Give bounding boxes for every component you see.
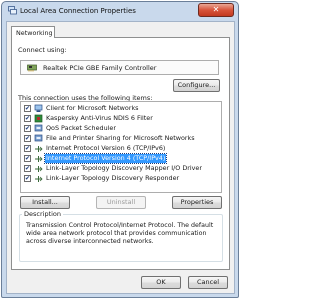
item-label: Link-Layer Topology Discovery Mapper I/O… <box>46 164 202 172</box>
list-item-selected[interactable]: ✔ Internet Protocol Version 4 (TCP/IPv4) <box>21 153 221 164</box>
window-title: Local Area Connection Properties <box>20 7 136 15</box>
protocol-icon <box>34 144 43 153</box>
description-group: Description Transmission Control Protoco… <box>19 210 223 262</box>
item-checkbox[interactable]: ✔ <box>24 145 31 152</box>
list-item[interactable]: ✔ File and Printer Sharing for Microsoft… <box>21 134 221 143</box>
description-text: Transmission Control Protocol/Internet P… <box>26 222 214 245</box>
protocol-icon <box>34 154 43 163</box>
dialog-body: Networking Connect using: Realtek PCIe G… <box>6 21 235 294</box>
item-checkbox[interactable]: ✔ <box>24 125 31 132</box>
networking-panel: Connect using: Realtek PCIe GBE Family C… <box>11 37 230 270</box>
cancel-button[interactable]: Cancel <box>188 276 228 289</box>
adapter-field: Realtek PCIe GBE Family Controller <box>20 60 219 75</box>
list-item[interactable]: ✔ Client for Microsoft Networks <box>21 104 221 113</box>
list-item[interactable]: ✔ QoS Packet Scheduler <box>21 124 221 133</box>
properties-button[interactable]: Properties <box>172 196 222 209</box>
uninstall-button[interactable]: Uninstall <box>96 196 146 209</box>
protocol-icon <box>34 164 43 173</box>
protocol-icon <box>34 174 43 183</box>
item-label: Client for Microsoft Networks <box>46 104 139 112</box>
network-adapter-icon <box>27 64 37 72</box>
item-label: Link-Layer Topology Discovery Responder <box>46 174 180 182</box>
item-checkbox[interactable]: ✔ <box>24 135 31 142</box>
network-connection-icon <box>8 6 17 15</box>
client-icon <box>34 104 43 113</box>
items-list[interactable]: ✔ Client for Microsoft Networks ✔ Kasper… <box>20 101 222 193</box>
item-label: QoS Packet Scheduler <box>46 124 116 132</box>
list-item[interactable]: ✔ Kaspersky Anti-Virus NDIS 6 Filter <box>21 114 221 123</box>
connect-using-label: Connect using: <box>18 46 67 54</box>
tab-networking[interactable]: Networking <box>11 26 55 38</box>
item-label: Internet Protocol Version 6 (TCP/IPv6) <box>46 144 166 152</box>
description-label: Description <box>22 210 64 218</box>
item-label: File and Printer Sharing for Microsoft N… <box>46 134 195 142</box>
properties-dialog: Local Area Connection Properties ✕ Netwo… <box>1 1 239 298</box>
item-checkbox[interactable]: ✔ <box>24 155 31 162</box>
ok-button[interactable]: OK <box>141 276 181 289</box>
kaspersky-icon <box>34 114 43 123</box>
close-icon: ✕ <box>212 5 220 14</box>
item-checkbox[interactable]: ✔ <box>24 175 31 182</box>
title-bar[interactable]: Local Area Connection Properties ✕ <box>2 2 238 21</box>
service-icon <box>34 134 43 143</box>
list-item[interactable]: ✔ Link-Layer Topology Discovery Responde… <box>21 174 221 183</box>
item-checkbox[interactable]: ✔ <box>24 105 31 112</box>
list-item[interactable]: ✔ Internet Protocol Version 6 (TCP/IPv6) <box>21 144 221 153</box>
item-checkbox[interactable]: ✔ <box>24 115 31 122</box>
service-icon <box>34 124 43 133</box>
configure-button[interactable]: Configure... <box>173 79 220 92</box>
list-item[interactable]: ✔ Link-Layer Topology Discovery Mapper I… <box>21 164 221 173</box>
item-label: Internet Protocol Version 4 (TCP/IPv4) <box>43 153 168 164</box>
item-checkbox[interactable]: ✔ <box>24 165 31 172</box>
adapter-name: Realtek PCIe GBE Family Controller <box>43 64 157 72</box>
close-button[interactable]: ✕ <box>198 3 234 17</box>
install-button[interactable]: Install... <box>20 196 70 209</box>
item-label: Kaspersky Anti-Virus NDIS 6 Filter <box>46 114 153 122</box>
